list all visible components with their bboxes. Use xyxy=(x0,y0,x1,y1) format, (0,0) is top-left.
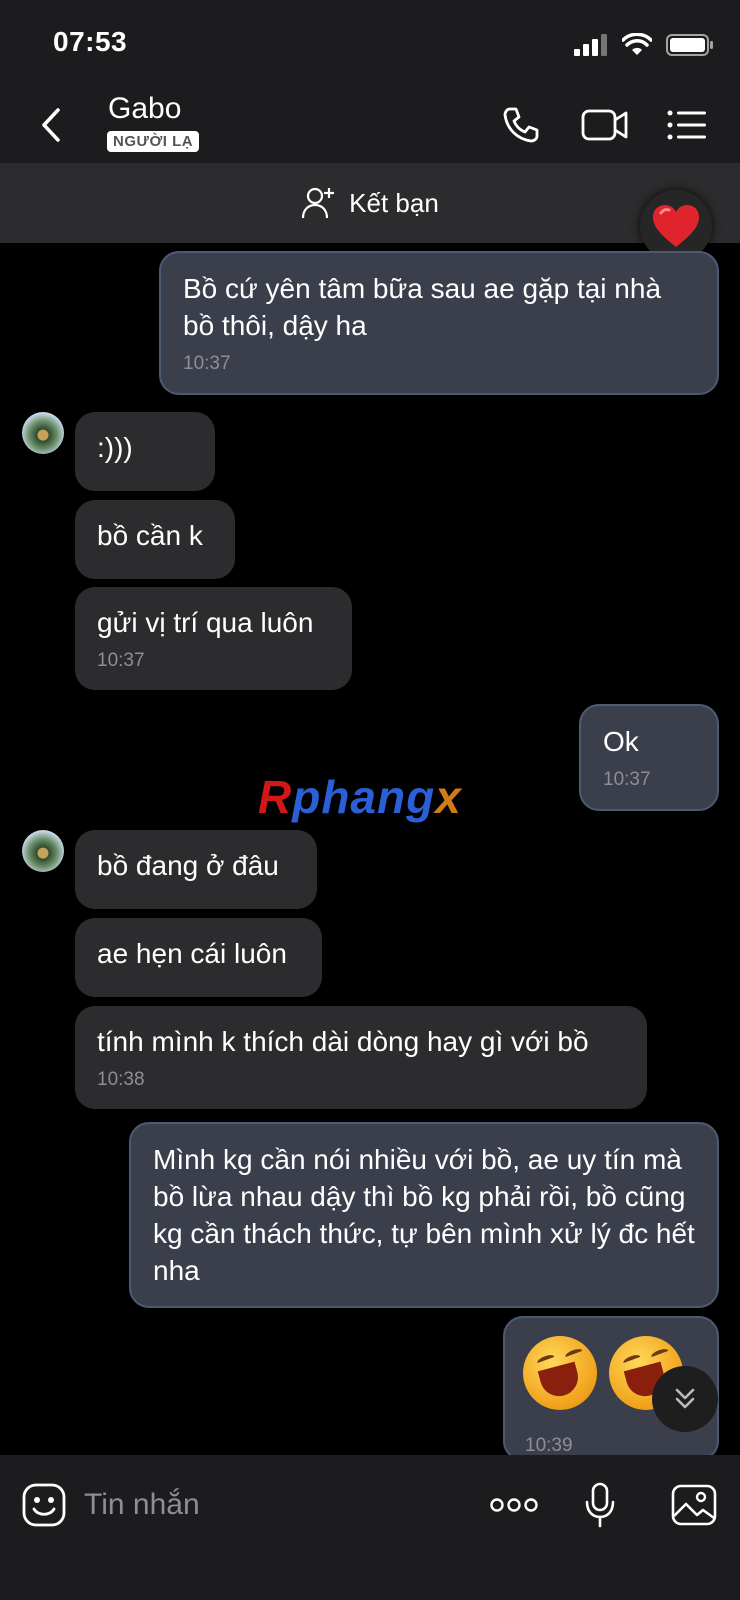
message-input[interactable] xyxy=(84,1475,444,1535)
message-time: 10:37 xyxy=(603,769,651,790)
stranger-badge: NGƯỜI LẠ xyxy=(107,131,200,152)
video-camera-icon xyxy=(581,109,628,141)
double-chevron-down-icon xyxy=(675,1388,695,1409)
back-button[interactable] xyxy=(30,98,74,152)
more-dots-icon xyxy=(490,1498,538,1512)
message-outgoing[interactable]: Bồ cứ yên tâm bữa sau ae gặp tại nhà bồ … xyxy=(159,251,719,395)
message-text: Ok xyxy=(603,726,639,757)
message-incoming[interactable]: :))) xyxy=(75,412,215,491)
more-button[interactable] xyxy=(488,1479,540,1531)
message-text: bồ đang ở đâu xyxy=(97,850,279,881)
contact-name[interactable]: Gabo xyxy=(108,92,181,126)
status-time: 07:53 xyxy=(53,26,128,57)
menu-button[interactable] xyxy=(664,102,710,148)
chat-header: 07:53 Gabo NGƯỜI LẠ xyxy=(0,0,740,163)
smiley-sticker-icon xyxy=(22,1483,66,1527)
avatar[interactable] xyxy=(22,412,64,454)
voice-record-button[interactable] xyxy=(574,1479,626,1531)
video-call-button[interactable] xyxy=(580,102,630,148)
add-friend-button[interactable]: Kết bạn xyxy=(0,163,740,243)
chevron-left-icon xyxy=(42,108,60,142)
message-incoming[interactable]: bồ cần k xyxy=(75,500,235,579)
gallery-button[interactable] xyxy=(668,1479,720,1531)
laughing-emoji-icon xyxy=(523,1336,597,1410)
avatar[interactable] xyxy=(22,830,64,872)
message-text: tính mình k thích dài dòng hay gì với bồ xyxy=(97,1026,589,1057)
microphone-icon xyxy=(585,1482,615,1528)
message-incoming[interactable]: gửi vị trí qua luôn 10:37 xyxy=(75,587,352,690)
message-text: bồ cần k xyxy=(97,520,203,551)
phone-icon xyxy=(503,107,539,143)
battery-icon xyxy=(666,34,713,56)
message-composer xyxy=(0,1455,740,1600)
heart-icon xyxy=(653,205,699,247)
message-incoming[interactable]: ae hẹn cái luôn xyxy=(75,918,322,997)
message-text: ae hẹn cái luôn xyxy=(97,938,287,969)
signal-icon xyxy=(574,34,607,56)
sticker-button[interactable] xyxy=(18,1479,70,1531)
call-button[interactable] xyxy=(498,102,544,148)
message-text: gửi vị trí qua luôn xyxy=(97,607,314,638)
wifi-icon xyxy=(622,33,652,55)
message-incoming[interactable]: tính mình k thích dài dòng hay gì với bồ… xyxy=(75,1006,647,1109)
message-incoming[interactable]: bồ đang ở đâu xyxy=(75,830,317,909)
message-outgoing[interactable]: Mình kg cần nói nhiều với bồ, ae uy tín … xyxy=(129,1122,719,1308)
message-text: :))) xyxy=(97,432,133,463)
status-icons xyxy=(574,30,714,60)
message-outgoing[interactable]: Ok 10:37 xyxy=(579,704,719,811)
watermark-logo: Rphangx xyxy=(258,771,462,823)
list-icon xyxy=(667,110,706,140)
message-text: Bồ cứ yên tâm bữa sau ae gặp tại nhà bồ … xyxy=(183,273,662,341)
message-time: 10:38 xyxy=(97,1069,145,1090)
image-icon xyxy=(671,1484,717,1526)
message-time: 10:37 xyxy=(97,650,145,671)
message-time: 10:37 xyxy=(183,353,231,374)
message-text: Mình kg cần nói nhiều với bồ, ae uy tín … xyxy=(153,1144,695,1286)
scroll-to-bottom-button[interactable] xyxy=(652,1366,718,1432)
add-friend-label: Kết bạn xyxy=(349,187,439,218)
add-user-icon xyxy=(302,187,335,219)
